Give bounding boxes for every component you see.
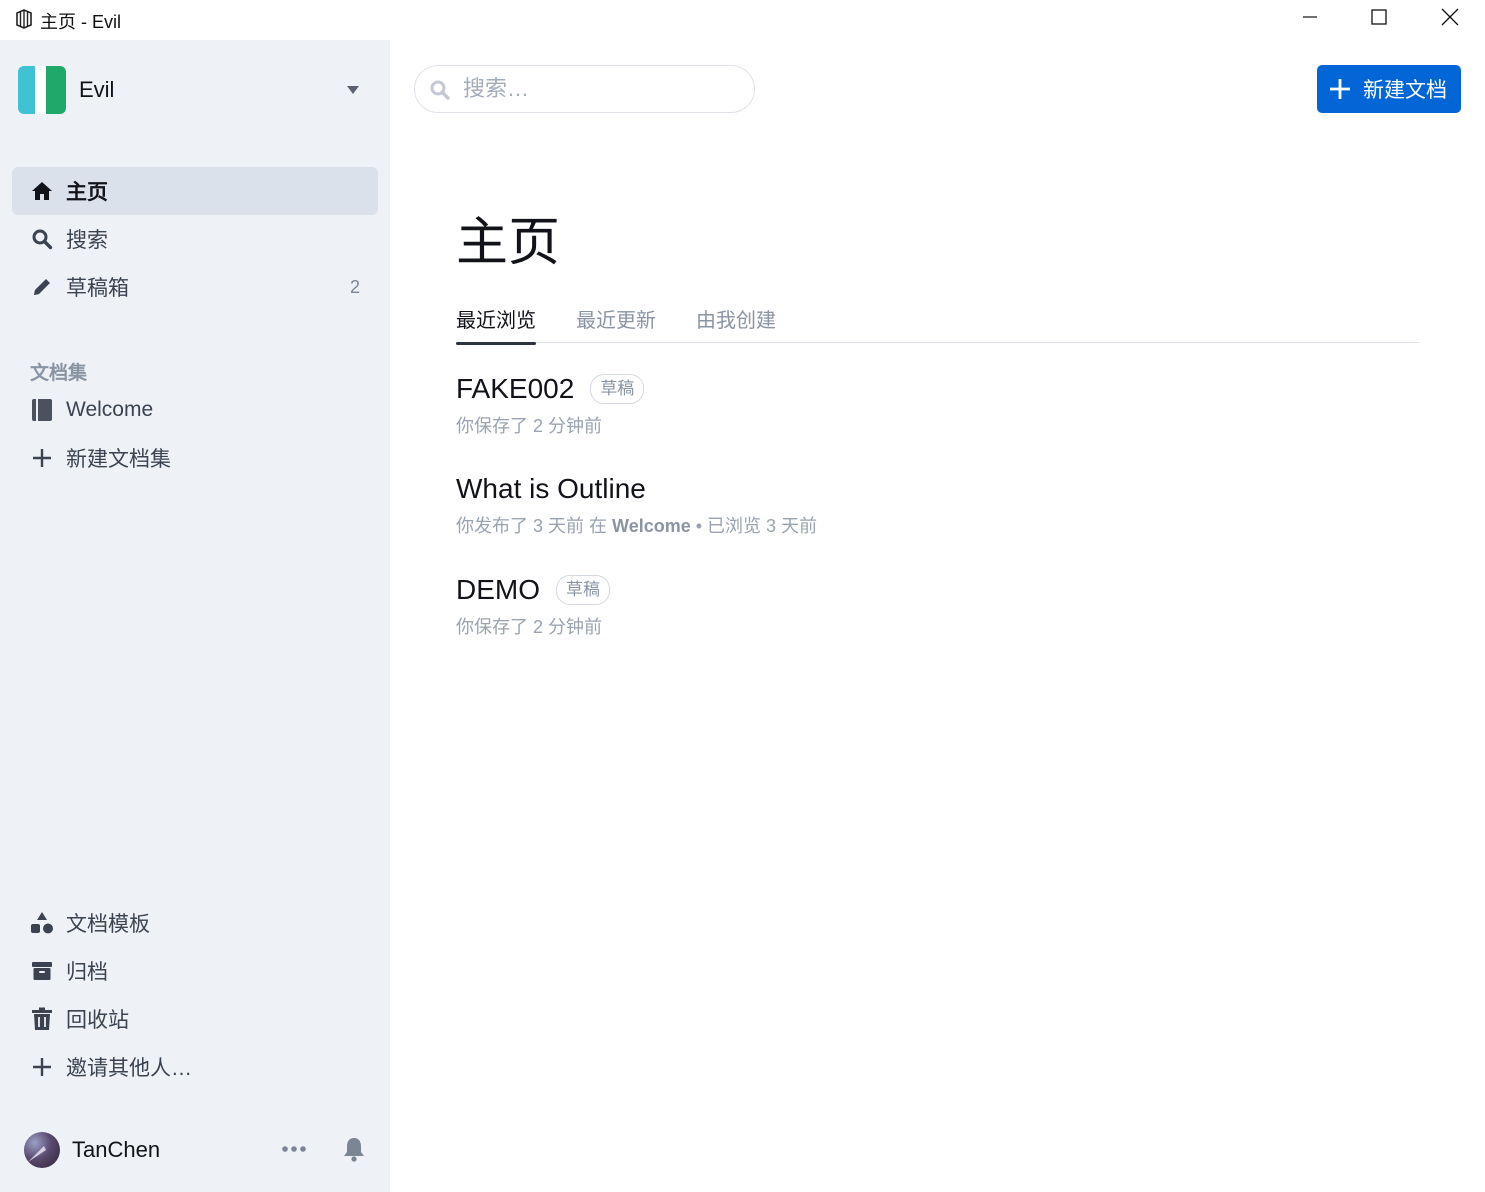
plus-icon (30, 446, 54, 470)
invite-people-button[interactable]: 邀请其他人… (12, 1043, 378, 1091)
sidebar-item-label: 草稿箱 (66, 277, 129, 300)
sidebar-item-label: 归档 (66, 961, 108, 984)
sidebar-item-drafts[interactable]: 草稿箱 2 (12, 263, 378, 311)
bell-icon[interactable] (340, 1135, 368, 1163)
team-name: Evil (79, 77, 115, 102)
list-item[interactable]: DEMO 草稿 你保存了 2 分钟前 (456, 571, 1356, 639)
document-title: FAKE002 (456, 373, 575, 404)
sidebar-item-label: 主页 (66, 181, 108, 204)
shapes-icon (30, 911, 54, 935)
sidebar-item-home[interactable]: 主页 (12, 167, 378, 215)
team-switcher[interactable]: Evil (18, 65, 370, 115)
sidebar: Evil 主页 搜索 草稿箱 2 文档集 Welcome 新建文档集 文档模板 … (0, 40, 390, 1192)
close-icon (1441, 8, 1459, 31)
drafts-count-badge: 2 (349, 276, 360, 297)
user-name: TanChen (72, 1137, 161, 1162)
collections-section-title: 文档集 (30, 363, 88, 384)
tab-created-by-me[interactable]: 由我创建 (696, 304, 776, 342)
sidebar-item-label: 搜索 (66, 229, 108, 252)
outline-app-icon (14, 9, 34, 29)
home-icon (30, 179, 54, 203)
window-titlebar: 主页 - Evil (0, 0, 1485, 40)
close-window-button[interactable] (1415, 0, 1485, 38)
sidebar-item-templates[interactable]: 文档模板 (12, 899, 378, 947)
window-title: 主页 - Evil (40, 12, 121, 32)
search-input[interactable] (463, 74, 743, 104)
list-item[interactable]: What is Outline 你发布了 3 天前 在 Welcome • 已浏… (456, 470, 1356, 538)
search-input-wrapper[interactable] (414, 65, 755, 113)
document-title: What is Outline (456, 473, 646, 504)
tab-recently-viewed[interactable]: 最近浏览 (456, 304, 536, 345)
archive-icon (30, 959, 54, 983)
meta-suffix: • 已浏览 3 天前 (695, 516, 818, 536)
document-tabs: 最近浏览 最近更新 由我创建 (456, 302, 1419, 345)
sidebar-item-label: 回收站 (66, 1009, 129, 1032)
draft-badge: 草稿 (556, 575, 610, 605)
document-meta: 你保存了 2 分钟前 (456, 416, 603, 436)
tab-recently-updated[interactable]: 最近更新 (576, 304, 656, 342)
book-icon (30, 398, 54, 422)
sidebar-item-archive[interactable]: 归档 (12, 947, 378, 995)
plus-icon (30, 1055, 54, 1079)
minimize-icon (1302, 9, 1318, 30)
maximize-button[interactable] (1344, 0, 1414, 38)
new-collection-button[interactable]: 新建文档集 (12, 434, 378, 482)
caret-down-icon (346, 83, 360, 101)
page-title: 主页 (456, 214, 561, 272)
trash-icon (30, 1007, 54, 1031)
sidebar-item-collection-welcome[interactable]: Welcome (12, 386, 378, 434)
sidebar-item-label: 文档模板 (66, 913, 150, 936)
more-options-icon[interactable] (280, 1137, 308, 1161)
document-meta: 你保存了 2 分钟前 (456, 617, 603, 637)
plus-icon (1329, 78, 1351, 100)
team-logo (18, 66, 66, 114)
pencil-icon (30, 275, 54, 299)
minimize-button[interactable] (1275, 0, 1345, 38)
maximize-icon (1371, 8, 1387, 30)
meta-collection-link[interactable]: Welcome (612, 516, 691, 536)
sidebar-item-search[interactable]: 搜索 (12, 215, 378, 263)
list-item[interactable]: FAKE002 草稿 你保存了 2 分钟前 (456, 370, 1356, 438)
user-menu[interactable]: TanChen (0, 1125, 390, 1175)
search-icon (30, 227, 54, 251)
draft-badge: 草稿 (590, 374, 645, 404)
sidebar-item-trash[interactable]: 回收站 (12, 995, 378, 1043)
sidebar-item-label: 新建文档集 (66, 448, 171, 471)
new-document-label: 新建文档 (1363, 79, 1447, 102)
meta-prefix: 你发布了 3 天前 在 (456, 516, 608, 536)
sidebar-item-label: 邀请其他人… (66, 1057, 192, 1080)
document-meta: 你发布了 3 天前 在 Welcome • 已浏览 3 天前 (456, 512, 1356, 538)
search-icon (429, 79, 451, 106)
avatar[interactable] (24, 1132, 60, 1168)
new-document-button[interactable]: 新建文档 (1317, 65, 1461, 113)
document-title: DEMO (456, 574, 540, 605)
sidebar-item-label: Welcome (66, 398, 154, 421)
